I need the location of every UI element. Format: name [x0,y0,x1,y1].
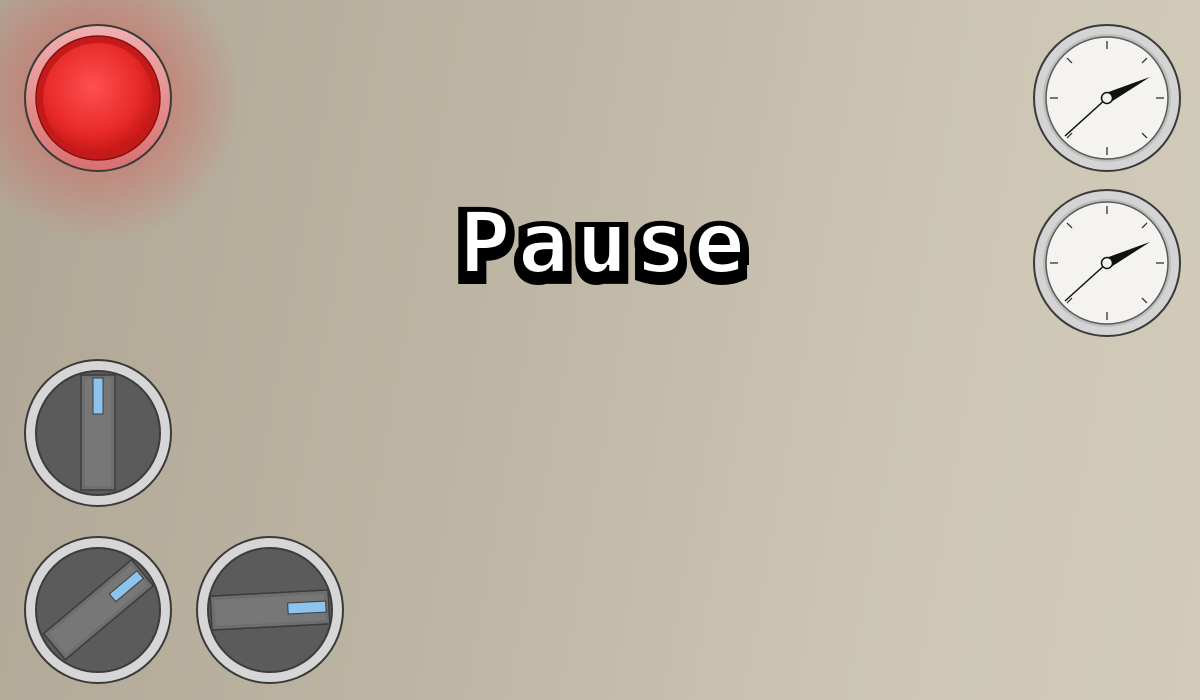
pause-title: Pause Pause [420,188,792,308]
rotary-knob-icon [24,359,172,507]
red-alarm-button[interactable] [23,23,173,173]
knob-vertical[interactable] [23,358,173,508]
rotary-knob-icon [24,536,172,684]
rotary-knob-icon [196,536,344,684]
pressure-gauge-top [1032,23,1182,173]
dial-gauge-icon [1033,189,1181,337]
knob-diagonal[interactable] [23,535,173,685]
pause-title-text: Pause [460,194,753,292]
dial-gauge-icon [1033,24,1181,172]
knob-horizontal[interactable] [195,535,345,685]
pressure-gauge-bottom [1032,188,1182,338]
